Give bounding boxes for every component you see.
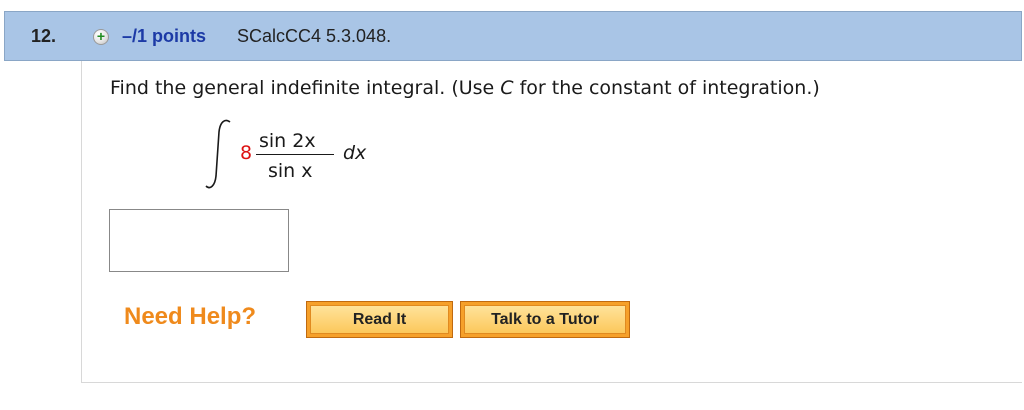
need-help-label: Need Help? bbox=[124, 303, 257, 330]
question-header: 12. + –/1 points SCalcCC4 5.3.048. bbox=[4, 11, 1022, 61]
integral-coefficient: 8 bbox=[240, 142, 253, 164]
question-number: 12. bbox=[31, 26, 57, 46]
fraction-bar bbox=[256, 154, 334, 155]
talk-to-tutor-button[interactable]: Talk to a Tutor bbox=[460, 301, 630, 338]
read-it-button[interactable]: Read It bbox=[306, 301, 453, 338]
prompt-text-after: for the constant of integration.) bbox=[513, 77, 820, 99]
question-source: SCalcCC4 5.3.048. bbox=[237, 26, 392, 46]
question-prompt: Find the general indefinite integral. (U… bbox=[110, 77, 820, 99]
integrand-denominator: sin x bbox=[268, 160, 313, 182]
talk-to-tutor-label: Talk to a Tutor bbox=[464, 305, 626, 334]
prompt-constant-var: C bbox=[500, 77, 514, 99]
answer-input[interactable] bbox=[109, 209, 289, 272]
points-label: –/1 points bbox=[122, 26, 207, 46]
integrand-numerator: sin 2x bbox=[259, 130, 316, 152]
expand-plus-icon[interactable]: + bbox=[93, 29, 109, 45]
integral-differential: dx bbox=[343, 142, 367, 164]
prompt-text-before: Find the general indefinite integral. (U… bbox=[110, 77, 501, 99]
integral-sign-icon bbox=[205, 119, 231, 189]
read-it-label: Read It bbox=[310, 305, 449, 334]
